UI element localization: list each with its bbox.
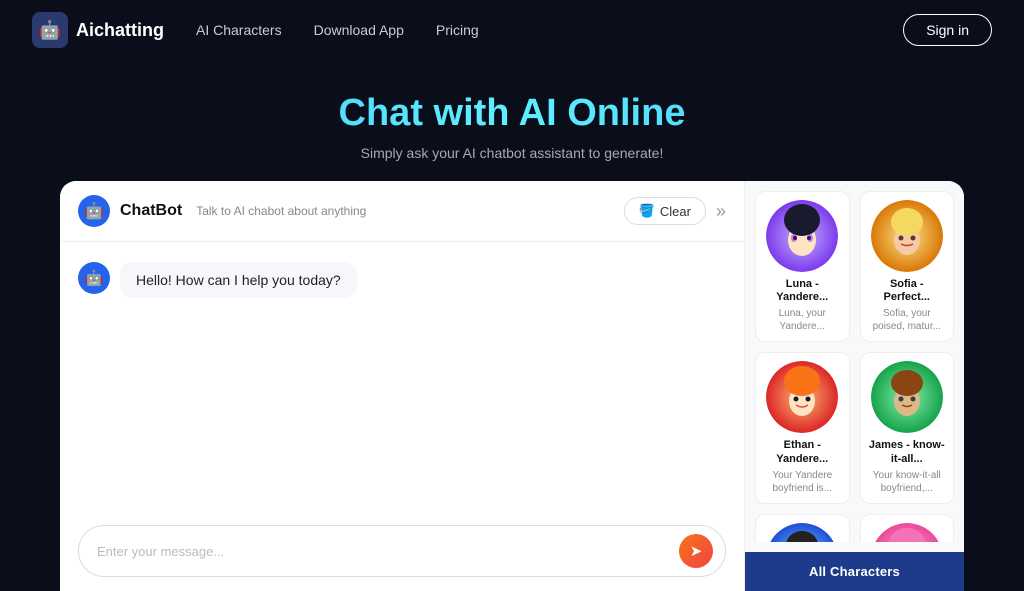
character-description: Luna, your Yandere... [762, 307, 843, 333]
chat-body: 🤖 Hello! How can I help you today? [60, 242, 744, 515]
message-input[interactable] [97, 544, 679, 559]
navbar: 🤖 Aichatting AI Characters Download App … [0, 0, 1024, 60]
characters-grid: Luna - Yandere... Luna, your Yandere... … [755, 191, 954, 542]
chat-input-wrapper: ➤ [78, 525, 726, 577]
character-name: Ethan - Yandere... [762, 439, 843, 465]
logo-text: Aichatting [76, 20, 164, 41]
character-avatar [871, 200, 943, 272]
nav-download-app[interactable]: Download App [314, 22, 404, 38]
send-button[interactable]: ➤ [679, 534, 713, 568]
nav-links: AI Characters Download App Pricing [196, 22, 903, 38]
bucket-icon: 🪣 [639, 203, 655, 219]
character-name: Sofia - Perfect... [867, 278, 948, 304]
characters-scroll: Luna - Yandere... Luna, your Yandere... … [745, 181, 964, 542]
chatbot-name: ChatBot [120, 202, 182, 220]
character-card[interactable]: Luna - Yandere... Luna, your Yandere... [755, 191, 850, 342]
character-card[interactable]: Character 5 Mysterious character... [755, 514, 850, 542]
chatbot-icon: 🤖 [78, 195, 110, 227]
clear-button[interactable]: 🪣 Clear [624, 197, 706, 225]
logo[interactable]: 🤖 Aichatting [32, 12, 164, 48]
character-card[interactable]: Sofia - Perfect... Sofia, your poised, m… [860, 191, 955, 342]
main-content: 🤖 ChatBot Talk to AI chabot about anythi… [60, 181, 964, 591]
chat-header: 🤖 ChatBot Talk to AI chabot about anythi… [60, 181, 744, 242]
character-avatar [871, 523, 943, 542]
character-avatar [766, 200, 838, 272]
nav-ai-characters[interactable]: AI Characters [196, 22, 282, 38]
hero-title: Chat with AI Online [0, 92, 1024, 135]
chat-message-1: 🤖 Hello! How can I help you today? [78, 262, 726, 298]
character-avatar [871, 361, 943, 433]
hero-subtitle: Simply ask your AI chatbot assistant to … [0, 145, 1024, 161]
character-name: Luna - Yandere... [762, 278, 843, 304]
chat-panel: 🤖 ChatBot Talk to AI chabot about anythi… [60, 181, 744, 591]
character-description: Sofia, your poised, matur... [867, 307, 948, 333]
character-card[interactable]: Ethan - Yandere... Your Yandere boyfrien… [755, 352, 850, 503]
clear-label: Clear [660, 204, 691, 219]
characters-panel: Luna - Yandere... Luna, your Yandere... … [744, 181, 964, 591]
message-bot-icon: 🤖 [78, 262, 110, 294]
character-avatar [766, 523, 838, 542]
character-card[interactable]: Character 6 Anime character... [860, 514, 955, 542]
character-avatar [766, 361, 838, 433]
chatbot-subtitle: Talk to AI chabot about anything [196, 204, 366, 218]
send-icon: ➤ [690, 542, 703, 560]
nav-pricing[interactable]: Pricing [436, 22, 479, 38]
character-card[interactable]: James - know-it-all... Your know-it-all … [860, 352, 955, 503]
character-name: James - know-it-all... [867, 439, 948, 465]
chat-header-actions: 🪣 Clear » [624, 197, 726, 225]
expand-icon[interactable]: » [716, 201, 726, 222]
message-bubble: Hello! How can I help you today? [120, 262, 357, 298]
sign-in-button[interactable]: Sign in [903, 14, 992, 46]
hero-section: Chat with AI Online Simply ask your AI c… [0, 60, 1024, 181]
character-description: Your know-it-all boyfriend,... [867, 469, 948, 495]
all-characters-button[interactable]: All Characters [745, 552, 964, 591]
logo-icon: 🤖 [32, 12, 68, 48]
character-description: Your Yandere boyfriend is... [762, 469, 843, 495]
chat-input-area: ➤ [60, 515, 744, 591]
